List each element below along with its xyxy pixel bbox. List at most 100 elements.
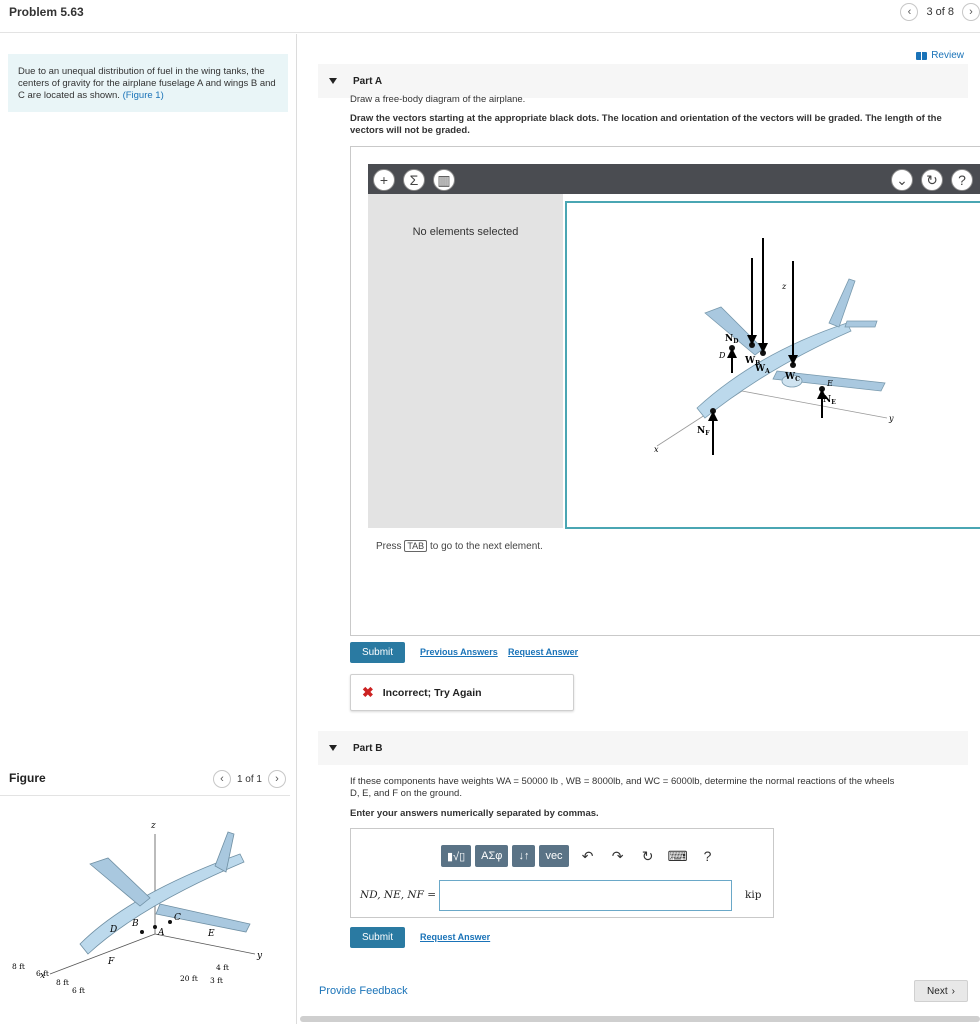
- figure-label: Figure: [9, 771, 46, 785]
- part-b-question-line2: D, E, and F on the ground.: [350, 788, 462, 799]
- vector-nd-head: [727, 348, 737, 358]
- diagram-y-axis: [741, 390, 888, 419]
- help-button[interactable]: ?: [951, 169, 973, 191]
- help-icon[interactable]: ?: [697, 848, 719, 864]
- reset-button[interactable]: ↻: [921, 169, 943, 191]
- diagram-z-label: z: [781, 282, 787, 291]
- figure-y-label: y: [256, 951, 263, 961]
- label-nf: NF: [697, 426, 710, 437]
- figure-link[interactable]: (Figure 1): [123, 90, 164, 101]
- chevron-right-icon: ›: [275, 773, 279, 785]
- previous-answers-link[interactable]: Previous Answers: [420, 647, 498, 657]
- part-a-title: Part A: [353, 75, 383, 87]
- fbd-properties-panel: No elements selected: [368, 194, 563, 528]
- part-a-submit-button[interactable]: Submit: [350, 642, 405, 663]
- incorrect-text: Incorrect; Try Again: [382, 686, 482, 699]
- part-b-question: If these components have weights WA = 50…: [350, 776, 972, 800]
- figure-right-wing: [155, 903, 251, 933]
- x-mark-icon: ✖: [362, 684, 374, 700]
- fbd-tool-frame: + Σ ▥ ⌄ ↻ ? No elements selected D E x y…: [350, 146, 980, 636]
- diagram-e-label: E: [826, 379, 833, 388]
- reset-icon: ↻: [926, 171, 938, 188]
- answer-label: ND, NE, NF =: [360, 889, 437, 901]
- part-a-request-answer-link[interactable]: Request Answer: [508, 647, 578, 657]
- reset-icon[interactable]: ↻: [637, 848, 659, 865]
- part-b-header[interactable]: Part B: [318, 731, 968, 765]
- figure-c-label: C: [174, 913, 181, 923]
- greek-button[interactable]: ΑΣφ: [475, 845, 509, 867]
- figure-dim-4ft: 4 ft: [216, 963, 229, 972]
- review-link[interactable]: Review: [916, 50, 964, 61]
- delete-vector-button[interactable]: ▥: [433, 169, 455, 191]
- math-toolbar: ▮√▯ ΑΣφ ↓↑ vec ↶ ↷ ↻ ⌨ ?: [441, 845, 719, 867]
- next-label: Next: [927, 985, 948, 997]
- top-bar: Problem 5.63 ‹ 3 of 8 ›: [0, 0, 980, 33]
- figure-dim-3ft: 3 ft: [210, 976, 223, 985]
- sum-vectors-button[interactable]: Σ: [403, 169, 425, 191]
- answer-input[interactable]: [439, 880, 732, 911]
- previous-figure-button[interactable]: ‹: [212, 770, 231, 788]
- vec-button[interactable]: vec: [539, 845, 569, 867]
- figure-dim-8ft-a: 8 ft: [12, 962, 25, 971]
- diagram-x-label: x: [654, 445, 659, 454]
- figure-airplane-image[interactable]: z x y B A C D E F 8 ft 6 ft 8 ft 6 ft 20…: [10, 794, 270, 994]
- figure-dim-20ft: 20 ft: [180, 974, 198, 983]
- fbd-canvas[interactable]: D E x y z ND WB WA WC NE NF: [565, 201, 980, 529]
- chevron-left-icon: ‹: [907, 6, 912, 18]
- left-column: Due to an unequal distribution of fuel i…: [0, 34, 297, 1024]
- review-label: Review: [931, 50, 964, 61]
- horizontal-scrollbar[interactable]: [300, 1016, 980, 1022]
- part-b-request-answer-link[interactable]: Request Answer: [420, 932, 490, 942]
- diagram-d-label: D: [718, 351, 726, 360]
- label-ne: NE: [823, 395, 836, 406]
- figure-left-wing: [89, 857, 151, 907]
- part-a-header[interactable]: Part A: [318, 64, 968, 98]
- figure-pager-text: 1 of 1: [236, 773, 262, 785]
- figure-a-label: A: [157, 928, 165, 938]
- math-input-box: ▮√▯ ΑΣφ ↓↑ vec ↶ ↷ ↻ ⌨ ? ND, NE, NF = ki…: [350, 828, 774, 918]
- press-tab-hint: Press TAB to go to the next element.: [376, 540, 543, 552]
- undo-icon[interactable]: ↶: [577, 848, 599, 865]
- fbd-airplane-diagram: D E x y z ND WB WA WC NE NF: [654, 238, 894, 455]
- diagram-tail-wing: [844, 320, 878, 328]
- problem-title: Problem 5.63: [9, 5, 84, 19]
- chevron-down-icon: ⌄: [896, 171, 908, 188]
- next-problem-button[interactable]: ›: [962, 3, 980, 21]
- collapse-triangle-icon: [329, 745, 337, 751]
- no-elements-text: No elements selected: [412, 226, 519, 238]
- chevron-left-icon: ‹: [220, 773, 224, 785]
- tab-key: TAB: [404, 540, 428, 552]
- next-button[interactable]: Next ›: [914, 980, 968, 1002]
- part-b-instruction: Enter your answers numerically separated…: [350, 808, 599, 819]
- part-b-question-line1: If these components have weights WA = 50…: [350, 776, 895, 787]
- provide-feedback-link[interactable]: Provide Feedback: [319, 985, 408, 997]
- figure-y-axis: [154, 933, 256, 955]
- fbd-toolbar: + Σ ▥ ⌄ ↻ ?: [368, 164, 980, 194]
- answer-unit: kip: [745, 889, 762, 901]
- figure-f-label: F: [107, 957, 115, 967]
- figure-b-label: B: [131, 919, 139, 929]
- diagram-tail-fin: [828, 278, 856, 328]
- collapse-triangle-icon: [329, 78, 337, 84]
- sigma-icon: Σ: [409, 172, 419, 188]
- figure-header: Figure ‹ 1 of 1 ›: [0, 766, 290, 796]
- keyboard-icon[interactable]: ⌨: [667, 848, 689, 865]
- add-vector-button[interactable]: +: [373, 169, 395, 191]
- figure-point-a: [153, 925, 157, 929]
- previous-problem-button[interactable]: ‹: [900, 3, 919, 21]
- figure-z-label: z: [150, 821, 156, 831]
- figure-point-b: [140, 930, 144, 934]
- redo-icon[interactable]: ↷: [607, 848, 629, 865]
- part-a-bold-instruction: Draw the vectors starting at the appropr…: [350, 113, 942, 136]
- problem-pager-text: 3 of 8: [926, 6, 954, 18]
- part-b-submit-button[interactable]: Submit: [350, 927, 405, 948]
- dropdown-button[interactable]: ⌄: [891, 169, 913, 191]
- incorrect-feedback: ✖ Incorrect; Try Again: [350, 674, 574, 711]
- arrows-button[interactable]: ↓↑: [512, 845, 536, 867]
- templates-button[interactable]: ▮√▯: [441, 845, 472, 867]
- part-a-instruction: Draw a free-body diagram of the airplane…: [350, 94, 526, 105]
- problem-statement: Due to an unequal distribution of fuel i…: [8, 54, 288, 112]
- problem-pager: ‹ 3 of 8 ›: [900, 3, 980, 21]
- figure-d-label: D: [109, 925, 117, 935]
- next-figure-button[interactable]: ›: [268, 770, 286, 788]
